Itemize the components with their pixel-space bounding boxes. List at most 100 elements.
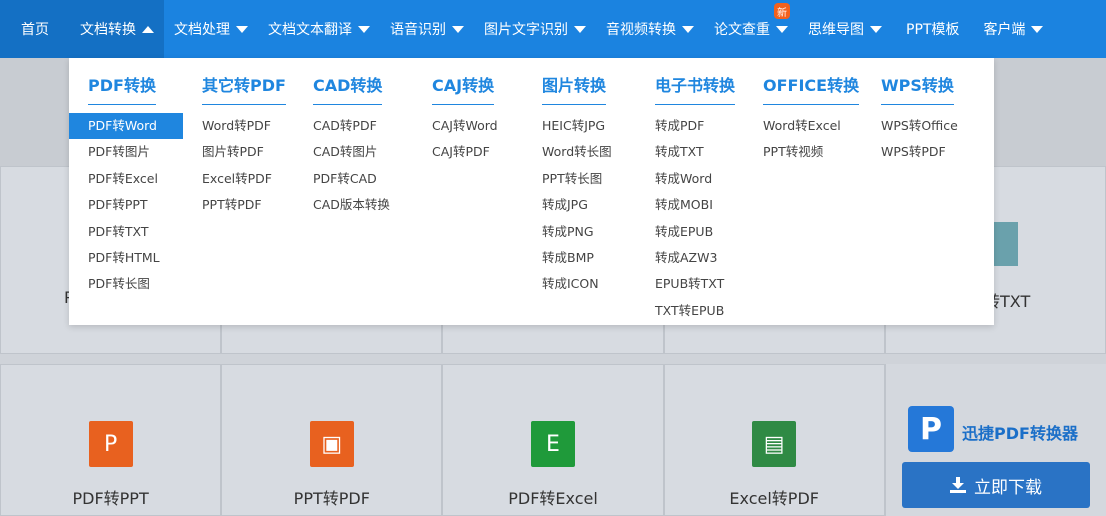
menu-column-title: 其它转PDF: [202, 72, 286, 105]
menu-item[interactable]: CAD转PDF: [313, 113, 390, 139]
nav-label: 思维导图: [808, 22, 864, 38]
caret-down-icon: [870, 25, 882, 33]
ppt-pdf-icon: ▣: [309, 421, 354, 467]
menu-item[interactable]: CAD版本转换: [313, 192, 390, 218]
menu-item[interactable]: CAD转图片: [313, 139, 390, 165]
download-button[interactable]: 立即下载: [902, 462, 1090, 508]
menu-item[interactable]: PDF转CAD: [313, 166, 390, 192]
nav-av-convert[interactable]: 音视频转换: [596, 0, 704, 58]
menu-item-pdf-to-word[interactable]: PDF转Word: [69, 113, 183, 140]
menu-item[interactable]: 转成ICON: [542, 271, 612, 297]
caret-down-icon: [358, 25, 370, 33]
menu-item[interactable]: 转成EPUB: [655, 219, 735, 245]
menu-column-title: OFFICE转换: [763, 72, 860, 105]
ppt-icon: P: [88, 421, 133, 467]
menu-item[interactable]: PDF转长图: [88, 271, 183, 297]
nav-label: 文档转换: [80, 22, 136, 38]
nav-image-ocr[interactable]: 图片文字识别: [474, 0, 596, 58]
menu-column-cad: CAD转换 CAD转PDF CAD转图片 PDF转CAD CAD版本转换: [313, 72, 390, 219]
tool-card-label: PPT转PDF: [293, 489, 370, 508]
menu-column-office: OFFICE转换 Word转Excel PPT转视频: [763, 72, 860, 166]
nav-label: 图片文字识别: [484, 22, 568, 38]
caret-down-icon: [1031, 25, 1044, 33]
menu-column-pdf: PDF转换 PDF转Word PDF转图片 PDF转Excel PDF转PPT …: [69, 72, 183, 298]
nav-label: 语音识别: [390, 22, 446, 38]
menu-item[interactable]: 转成TXT: [655, 139, 735, 165]
caret-down-icon: [236, 25, 248, 33]
nav-label: 文档文本翻译: [268, 22, 352, 38]
menu-column-wps: WPS转换 WPS转Office WPS转PDF: [881, 72, 958, 166]
menu-column-title: PDF转换: [88, 72, 156, 105]
menu-item[interactable]: 转成PNG: [542, 219, 612, 245]
menu-item[interactable]: Excel转PDF: [202, 166, 286, 192]
nav-thesis-check[interactable]: 论文查重 新: [704, 0, 798, 58]
nav-client[interactable]: 客户端: [973, 0, 1053, 58]
caret-down-icon: [776, 25, 788, 33]
tool-card-label: PDF转PPT: [72, 489, 149, 508]
menu-item[interactable]: Word转长图: [542, 139, 612, 165]
download-icon: [950, 477, 966, 493]
tool-card-ppt-to-pdf[interactable]: ▣ PPT转PDF: [221, 364, 443, 516]
menu-item[interactable]: PPT转长图: [542, 166, 612, 192]
menu-item[interactable]: PDF转HTML: [88, 245, 183, 271]
new-badge: 新: [774, 3, 790, 19]
menu-item[interactable]: WPS转PDF: [881, 139, 958, 165]
menu-column-title: 电子书转换: [655, 72, 736, 105]
menu-item[interactable]: TXT转EPUB: [655, 298, 735, 324]
tool-card-pdf-to-ppt[interactable]: P PDF转PPT: [0, 364, 222, 516]
nav-doc-convert[interactable]: 文档转换: [70, 0, 164, 58]
menu-item[interactable]: EPUB转TXT: [655, 271, 735, 297]
menu-item[interactable]: 转成JPG: [542, 192, 612, 218]
tool-card-pdf-to-excel[interactable]: E PDF转Excel: [442, 364, 664, 516]
promo-panel: P 迅捷PDF转换器 立即下载: [886, 364, 1106, 516]
menu-item[interactable]: 转成PDF: [655, 113, 735, 139]
caret-down-icon: [574, 25, 586, 33]
nav-mind-map[interactable]: 思维导图: [798, 0, 892, 58]
menu-column-ebook: 电子书转换 转成PDF 转成TXT 转成Word 转成MOBI 转成EPUB 转…: [655, 72, 736, 324]
menu-item[interactable]: Word转PDF: [202, 113, 286, 139]
menu-item[interactable]: 转成BMP: [542, 245, 612, 271]
menu-item[interactable]: PDF转Excel: [88, 166, 183, 192]
menu-column-title: WPS转换: [881, 72, 954, 105]
menu-item[interactable]: HEIC转JPG: [542, 113, 612, 139]
menu-item[interactable]: PDF转PPT: [88, 192, 183, 218]
nav-label: PPT模板: [906, 22, 960, 38]
promo-app-name: 迅捷PDF转换器: [962, 424, 1078, 443]
menu-item[interactable]: CAJ转PDF: [432, 139, 498, 165]
tool-card-excel-to-pdf[interactable]: ▤ Excel转PDF: [663, 364, 885, 516]
menu-column-title: CAD转换: [313, 72, 383, 105]
nav-label: 音视频转换: [606, 22, 676, 38]
nav-speech-recognition[interactable]: 语音识别: [380, 0, 474, 58]
menu-item[interactable]: CAJ转Word: [432, 113, 498, 139]
excel-pdf-icon: ▤: [752, 421, 797, 467]
nav-doc-translate[interactable]: 文档文本翻译: [258, 0, 380, 58]
nav-label: 文档处理: [174, 22, 230, 38]
menu-column-caj: CAJ转换 CAJ转Word CAJ转PDF: [432, 72, 498, 166]
top-nav: 首页 文档转换 文档处理 文档文本翻译 语音识别 图片文字识别 音视频转换 论文…: [0, 0, 1106, 58]
menu-item[interactable]: PPT转PDF: [202, 192, 286, 218]
menu-item[interactable]: PDF转TXT: [88, 219, 183, 245]
menu-item[interactable]: PPT转视频: [763, 139, 859, 165]
menu-item[interactable]: 图片转PDF: [202, 139, 286, 165]
tool-card-label: Excel转PDF: [729, 489, 819, 508]
caret-down-icon: [452, 25, 464, 33]
menu-item[interactable]: 转成Word: [655, 166, 735, 192]
menu-item[interactable]: 转成MOBI: [655, 192, 735, 218]
nav-label: 论文查重: [714, 22, 770, 38]
menu-item[interactable]: Word转Excel: [763, 113, 859, 139]
nav-label: 客户端: [983, 22, 1026, 38]
doc-convert-dropdown: PDF转换 PDF转Word PDF转图片 PDF转Excel PDF转PPT …: [69, 58, 994, 325]
menu-column-to-pdf: 其它转PDF Word转PDF 图片转PDF Excel转PDF PPT转PDF: [202, 72, 286, 219]
caret-up-icon: [142, 25, 154, 33]
menu-column-title: 图片转换: [542, 72, 607, 105]
nav-home[interactable]: 首页: [0, 0, 70, 58]
menu-column-image: 图片转换 HEIC转JPG Word转长图 PPT转长图 转成JPG 转成PNG…: [542, 72, 612, 298]
menu-column-title: CAJ转换: [432, 72, 495, 105]
menu-item[interactable]: PDF转图片: [88, 139, 183, 165]
menu-item[interactable]: 转成AZW3: [655, 245, 735, 271]
caret-down-icon: [682, 25, 694, 33]
nav-ppt-templates[interactable]: PPT模板: [892, 0, 973, 58]
nav-doc-process[interactable]: 文档处理: [164, 0, 258, 58]
app-logo-icon: P: [908, 406, 954, 452]
menu-item[interactable]: WPS转Office: [881, 113, 958, 139]
